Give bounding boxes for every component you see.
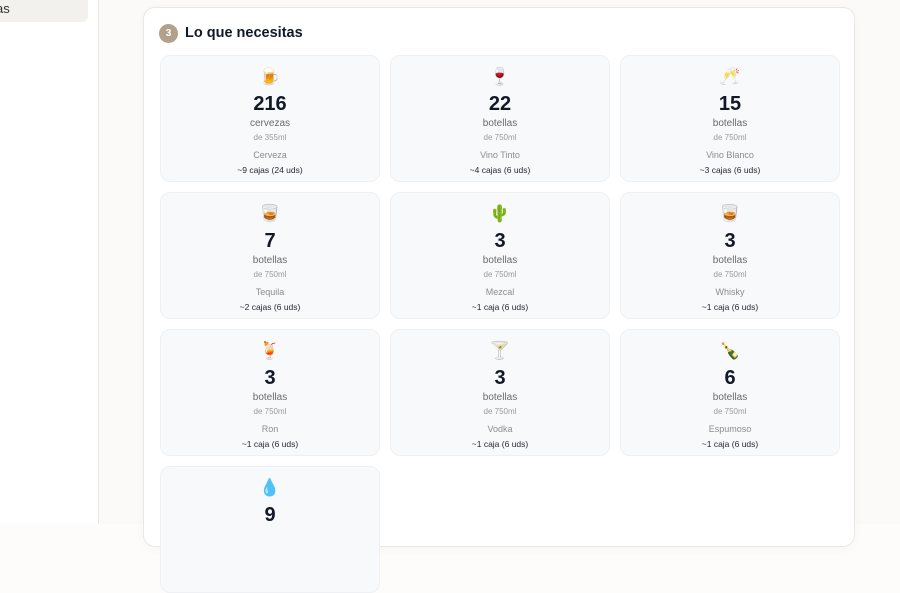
boxes-estimate: ~1 caja (6 uds) [701, 439, 759, 449]
drinks-grid: 🍺 216 cervezas de 355ml Cerveza ~9 cajas (24 … [160, 55, 840, 593]
sidebar: as [0, 0, 99, 524]
tumbler-glass-icon: 🥃 [719, 204, 741, 223]
drink-name: Cerveza [253, 150, 287, 160]
unit-label: botellas [712, 118, 748, 129]
size-label: de 750ml [483, 133, 517, 142]
drink-name: Vino Tinto [480, 150, 520, 160]
sidebar-item-label: as [0, 1, 10, 16]
boxes-estimate: ~3 cajas (6 uds) [699, 165, 761, 175]
unit-label: botellas [482, 255, 518, 266]
quantity-value: 3 [264, 367, 276, 389]
unit-label: botellas [252, 255, 288, 266]
quantity-value: 22 [488, 93, 512, 115]
unit-label: botellas [252, 392, 288, 403]
quantity-value: 3 [724, 230, 736, 252]
drink-card: 🥃 3 botellas de 750ml Whisky ~1 caja (6 uds) [620, 192, 840, 319]
size-label: de 750ml [253, 407, 287, 416]
drink-name: Mezcal [485, 287, 515, 297]
size-label: de 750ml [713, 407, 747, 416]
boxes-estimate: ~1 caja (6 uds) [471, 302, 529, 312]
quantity-value: 7 [264, 230, 276, 252]
size-label: de 750ml [713, 270, 747, 279]
unit-label: botellas [712, 255, 748, 266]
quantity-value: 6 [724, 367, 736, 389]
quantity-value: 3 [494, 367, 506, 389]
drink-name: Ron [261, 424, 279, 434]
size-label: de 355ml [253, 133, 287, 142]
size-label: de 750ml [253, 270, 287, 279]
section-title: Lo que necesitas [185, 25, 303, 41]
quantity-value: 9 [264, 504, 276, 526]
drink-card: 🌵 3 botellas de 750ml Mezcal ~1 caja (6 uds) [390, 192, 610, 319]
quantity-value: 15 [718, 93, 742, 115]
boxes-estimate: ~9 cajas (24 uds) [237, 165, 303, 175]
boxes-estimate: ~2 cajas (6 uds) [239, 302, 301, 312]
main-content: 3 Lo que necesitas 🍺 216 cervezas de 355ml C… [99, 0, 900, 593]
sidebar-item[interactable]: as [0, 0, 88, 22]
wine-glass-icon: 🍷 [489, 67, 511, 86]
tropical-drink-icon: 🍹 [259, 341, 281, 360]
boxes-estimate: ~1 caja (6 uds) [471, 439, 529, 449]
drink-card: 🍸 3 botellas de 750ml Vodka ~1 caja (6 uds) [390, 329, 610, 456]
drink-card: 🍾 6 botellas de 750ml Espumoso ~1 caja (6 uds… [620, 329, 840, 456]
drink-name: Vino Blanco [706, 150, 754, 160]
size-label: de 750ml [713, 133, 747, 142]
clinking-glasses-icon: 🥂 [719, 67, 741, 86]
size-label: de 750ml [483, 407, 517, 416]
unit-label: botellas [482, 392, 518, 403]
drink-name: Whisky [715, 287, 745, 297]
drink-card: 🥂 15 botellas de 750ml Vino Blanco ~3 cajas (… [620, 55, 840, 182]
drink-card: 🍺 216 cervezas de 355ml Cerveza ~9 cajas (24 … [160, 55, 380, 182]
drink-card: 🍹 3 botellas de 750ml Ron ~1 caja (6 uds) [160, 329, 380, 456]
cactus-icon: 🌵 [489, 204, 511, 223]
drink-card: 🍷 22 botellas de 750ml Vino Tinto ~4 cajas (6… [390, 55, 610, 182]
boxes-estimate: ~4 cajas (6 uds) [469, 165, 531, 175]
unit-label: cervezas [249, 118, 290, 129]
droplet-icon: 💧 [259, 478, 281, 497]
quantity-value: 3 [494, 230, 506, 252]
boxes-estimate: ~1 caja (6 uds) [701, 302, 759, 312]
drink-name: Espumoso [708, 424, 752, 434]
unit-label: botellas [482, 118, 518, 129]
tumbler-glass-icon: 🥃 [259, 204, 281, 223]
step-badge: 3 [159, 23, 178, 43]
drink-name: Tequila [255, 287, 285, 297]
unit-label: botellas [712, 392, 748, 403]
drink-card: 💧 9 [160, 466, 380, 593]
cocktail-glass-icon: 🍸 [489, 341, 511, 360]
needs-section: 3 Lo que necesitas 🍺 216 cervezas de 355ml C… [143, 7, 855, 593]
size-label: de 750ml [483, 270, 517, 279]
drink-card: 🥃 7 botellas de 750ml Tequila ~2 cajas (6 uds… [160, 192, 380, 319]
boxes-estimate: ~1 caja (6 uds) [241, 439, 299, 449]
champagne-bottle-icon: 🍾 [719, 341, 741, 360]
section-header: 3 Lo que necesitas [159, 23, 303, 43]
quantity-value: 216 [253, 93, 287, 115]
drink-name: Vodka [487, 424, 513, 434]
beer-mug-icon: 🍺 [259, 67, 281, 86]
